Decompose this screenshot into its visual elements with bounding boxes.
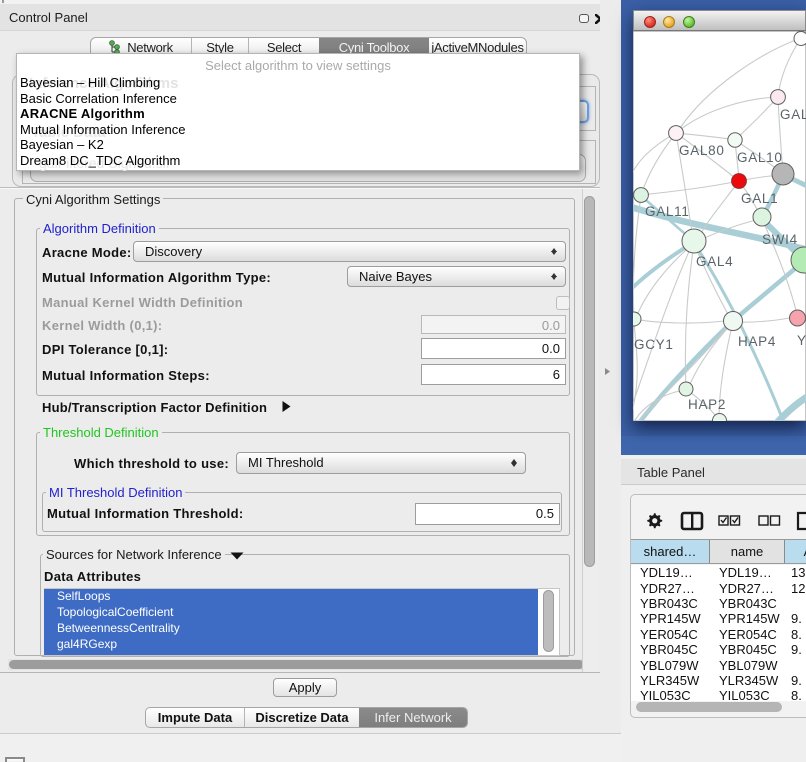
svg-text:Y: Y bbox=[797, 333, 806, 348]
svg-text:GAL11: GAL11 bbox=[645, 204, 690, 219]
svg-text:GAL7: GAL7 bbox=[780, 107, 806, 122]
svg-text:GAL80: GAL80 bbox=[679, 143, 725, 158]
svg-text:GAL1: GAL1 bbox=[741, 191, 778, 206]
svg-text:GAL4: GAL4 bbox=[696, 254, 733, 269]
svg-text:SWI4: SWI4 bbox=[762, 232, 798, 247]
svg-text:GCY1: GCY1 bbox=[634, 337, 674, 352]
svg-text:GAL10: GAL10 bbox=[737, 150, 783, 165]
svg-text:HAP4: HAP4 bbox=[738, 334, 776, 349]
svg-text:HAP2: HAP2 bbox=[688, 397, 726, 412]
